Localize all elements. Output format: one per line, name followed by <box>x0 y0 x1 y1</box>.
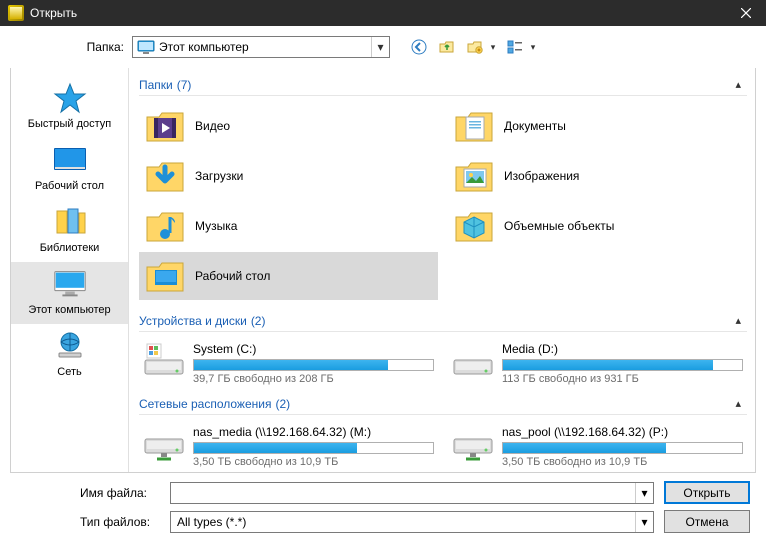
app-icon <box>8 5 24 21</box>
disk-usage-bar <box>502 359 743 371</box>
pictures-icon <box>454 156 494 196</box>
disk-icon <box>143 342 185 378</box>
disk-icon <box>452 342 494 378</box>
thispc-icon <box>137 40 155 54</box>
lookin-text: Этот компьютер <box>159 40 371 54</box>
disk-usage-bar <box>193 359 434 371</box>
libraries-icon <box>51 206 89 238</box>
sidebar-item-thispc[interactable]: Этот компьютер <box>11 262 128 324</box>
new-folder-button[interactable] <box>464 36 486 58</box>
downloads-icon <box>145 156 185 196</box>
drive-d[interactable]: Media (D:) 113 ГБ свободно из 931 ГБ <box>448 336 747 391</box>
network-icon <box>51 330 89 362</box>
star-icon <box>51 82 89 114</box>
folder-3dobjects[interactable]: Объемные объекты <box>448 202 747 250</box>
new-folder-icon <box>467 39 483 55</box>
videos-icon <box>145 106 185 146</box>
bottom-panel: Имя файла: ▾ Открыть Тип файлов: All typ… <box>10 473 756 539</box>
sidebar-item-desktop[interactable]: Рабочий стол <box>11 138 128 200</box>
up-button[interactable] <box>436 36 458 58</box>
titlebar: Открыть <box>0 0 766 26</box>
collapse-icon[interactable]: ▴ <box>729 76 747 93</box>
view-dropdown[interactable]: ▾ <box>528 42 538 53</box>
netdrive-p[interactable]: nas_pool (\\192.168.64.32) (P:) 3,50 ТБ … <box>448 419 747 472</box>
folders-grid: Видео Документы Загрузки Изображения <box>139 96 747 308</box>
music-icon <box>145 206 185 246</box>
monitor-icon <box>51 268 89 300</box>
toolbar: ▾ ▾ <box>408 36 538 58</box>
folder-pictures[interactable]: Изображения <box>448 152 747 200</box>
filename-input[interactable] <box>171 486 635 500</box>
scroll-area[interactable]: Папки (7) ▴ Видео Документы Загр <box>129 68 755 472</box>
places-bar: Быстрый доступ Рабочий стол Библиотеки Э… <box>11 68 129 472</box>
file-view: Папки (7) ▴ Видео Документы Загр <box>129 68 755 472</box>
chevron-down-icon[interactable]: ▾ <box>371 37 389 57</box>
folder-videos[interactable]: Видео <box>139 102 438 150</box>
group-header-drives[interactable]: Устройства и диски (2) ▴ <box>139 308 747 332</box>
netdrive-m[interactable]: nas_media (\\192.168.64.32) (M:) 3,50 ТБ… <box>139 419 438 472</box>
back-button[interactable] <box>408 36 430 58</box>
folder-desktop[interactable]: Рабочий стол <box>139 252 438 300</box>
chevron-down-icon[interactable]: ▾ <box>635 483 653 503</box>
folder-up-icon <box>439 39 455 55</box>
back-icon <box>411 39 427 55</box>
documents-icon <box>454 106 494 146</box>
chevron-down-icon[interactable]: ▾ <box>635 512 653 532</box>
desktop-folder-icon <box>145 256 185 296</box>
folder-downloads[interactable]: Загрузки <box>139 152 438 200</box>
view-icon <box>507 39 523 55</box>
folder-music[interactable]: Музыка <box>139 202 438 250</box>
view-button[interactable] <box>504 36 526 58</box>
close-icon <box>741 8 751 18</box>
disk-usage-bar <box>502 442 743 454</box>
filename-label: Имя файла: <box>80 486 160 500</box>
3dobjects-icon <box>454 206 494 246</box>
new-folder-dropdown[interactable]: ▾ <box>488 42 498 53</box>
filename-combo[interactable]: ▾ <box>170 482 654 504</box>
main-area: Быстрый доступ Рабочий стол Библиотеки Э… <box>10 68 756 473</box>
sidebar-item-quick[interactable]: Быстрый доступ <box>11 76 128 138</box>
lookin-row: Папка: Этот компьютер ▾ ▾ ▾ <box>10 36 756 64</box>
close-button[interactable] <box>726 0 766 26</box>
folder-documents[interactable]: Документы <box>448 102 747 150</box>
collapse-icon[interactable]: ▴ <box>729 395 747 412</box>
lookin-label: Папка: <box>80 40 124 54</box>
filetype-combo[interactable]: All types (*.*) ▾ <box>170 511 654 533</box>
open-button[interactable]: Открыть <box>664 481 750 504</box>
sidebar-item-network[interactable]: Сеть <box>11 324 128 386</box>
lookin-combo[interactable]: Этот компьютер ▾ <box>132 36 390 58</box>
drive-c[interactable]: System (C:) 39,7 ГБ свободно из 208 ГБ <box>139 336 438 391</box>
group-header-network[interactable]: Сетевые расположения (2) ▴ <box>139 391 747 415</box>
sidebar-item-libraries[interactable]: Библиотеки <box>11 200 128 262</box>
window-title: Открыть <box>30 6 726 20</box>
disk-usage-bar <box>193 442 434 454</box>
filetype-label: Тип файлов: <box>80 515 160 529</box>
collapse-icon[interactable]: ▴ <box>729 312 747 329</box>
desktop-icon <box>51 144 89 176</box>
cancel-button[interactable]: Отмена <box>664 510 750 533</box>
group-header-folders[interactable]: Папки (7) ▴ <box>139 72 747 96</box>
network-drive-icon <box>452 425 494 461</box>
network-drive-icon <box>143 425 185 461</box>
